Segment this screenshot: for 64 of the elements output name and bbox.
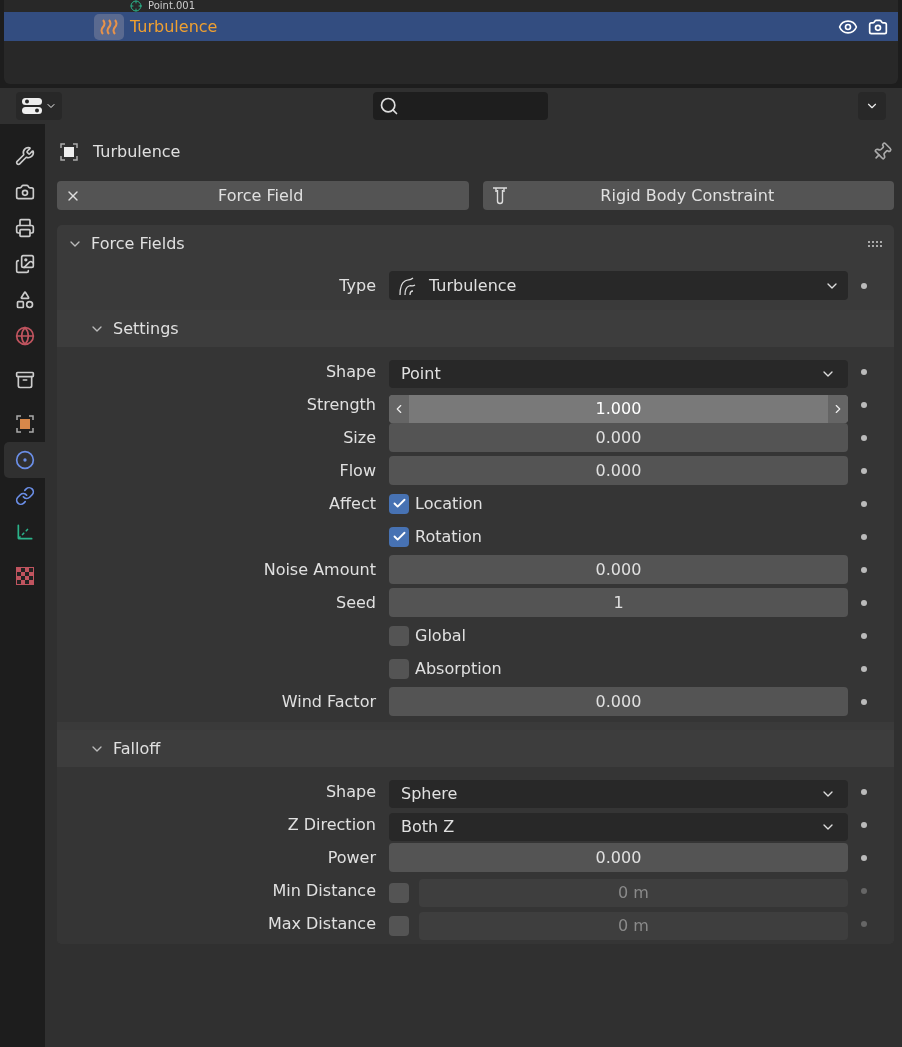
property-label: Shape: [325, 360, 376, 383]
search-icon: [378, 96, 399, 116]
checkbox-label: Absorption: [415, 657, 502, 680]
constraint-icon: [490, 185, 509, 206]
object-icon: [14, 414, 35, 434]
camera-icon: [14, 182, 35, 202]
checkbox[interactable]: [389, 493, 409, 514]
property-label: Min Distance: [272, 879, 376, 902]
wrench-icon: [14, 146, 35, 166]
number-field[interactable]: 0.000: [389, 423, 848, 452]
property-label: Affect: [329, 492, 376, 515]
property-label: Z Direction: [287, 813, 376, 836]
outliner-row[interactable]: Point.001: [4, 0, 898, 12]
number-field[interactable]: 1: [389, 588, 848, 617]
checker-icon: [14, 566, 35, 586]
drag-handle-icon[interactable]: [868, 241, 882, 247]
outliner-item-name: Point.001: [148, 1, 196, 11]
globe-icon: [14, 326, 35, 346]
physics-button[interactable]: Force Field: [57, 181, 469, 210]
checkbox[interactable]: [389, 625, 409, 646]
property-label: Flow: [339, 459, 376, 482]
property-label: Seed: [336, 591, 376, 614]
checkbox-label: Global: [415, 624, 467, 647]
editor-type-button[interactable]: [16, 92, 62, 120]
physics-button[interactable]: Rigid Body Constraint: [482, 181, 894, 210]
property-label: Strength: [306, 393, 376, 416]
checkmark-icon: [391, 496, 407, 511]
archive-icon: [14, 370, 35, 390]
printer-icon: [14, 218, 35, 238]
number-field[interactable]: 0.000: [389, 456, 848, 485]
number-field[interactable]: 1.000: [389, 394, 848, 423]
number-field[interactable]: 0.000: [389, 687, 848, 716]
checkbox-label: Rotation: [415, 525, 482, 548]
object-icon: [59, 141, 79, 162]
property-label: Power: [327, 846, 376, 869]
dropdown[interactable]: Point: [389, 359, 848, 388]
dropdown[interactable]: Sphere: [389, 779, 848, 808]
property-label: Max Distance: [267, 912, 376, 935]
checkbox[interactable]: [389, 658, 409, 679]
search-field[interactable]: [372, 92, 548, 120]
subpanel-title: Settings: [113, 317, 179, 340]
property-label: Type: [339, 274, 376, 297]
number-field[interactable]: 0.000: [389, 843, 848, 872]
property-label: Size: [343, 426, 376, 449]
property-label: Wind Factor: [281, 690, 376, 713]
property-label: Shape: [325, 780, 376, 803]
subpanel-title: Falloff: [113, 737, 161, 760]
wave-icon: [94, 13, 124, 40]
checkbox-label: Location: [415, 492, 483, 515]
property-label: Noise Amount: [263, 558, 376, 581]
link-icon: [14, 486, 35, 506]
checkbox[interactable]: [389, 526, 409, 547]
images-icon: [14, 254, 35, 274]
toggles-icon: [21, 97, 43, 115]
outliner-item-name: Turbulence: [130, 15, 218, 38]
outliner-row[interactable]: Turbulence: [4, 12, 898, 41]
checkmark-icon: [391, 529, 407, 544]
object-name: Turbulence: [93, 140, 181, 163]
shapes-icon: [14, 290, 35, 310]
dropdown[interactable]: Turbulence: [389, 271, 848, 300]
dropdown[interactable]: Both Z: [389, 812, 848, 841]
panel-title[interactable]: Force Fields: [91, 232, 185, 256]
number-field[interactable]: 0.000: [389, 555, 848, 584]
crosshair-icon: [130, 0, 142, 12]
